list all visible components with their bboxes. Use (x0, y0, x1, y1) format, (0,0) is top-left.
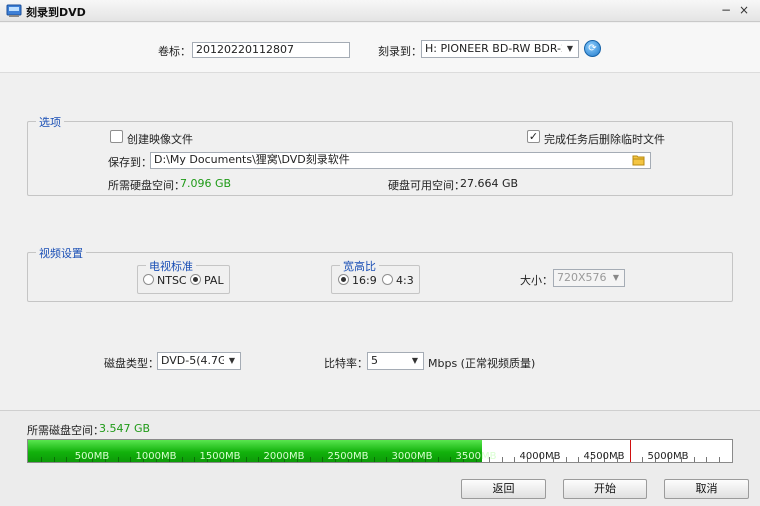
capacity-tick-label: 4500MB (583, 451, 625, 462)
capacity-minor-tick (41, 457, 42, 462)
bitrate-unit: Mbps (正常视频质量) (428, 357, 536, 370)
capacity-tick-label: 5000MB (647, 451, 689, 462)
required-space-label: 所需硬盘空间： (108, 179, 185, 192)
refresh-drives-button[interactable]: ⟳ (584, 40, 601, 57)
folder-browse-icon[interactable] (632, 154, 646, 169)
delete-temp-label: 完成任务后删除临时文件 (544, 133, 665, 146)
capacity-minor-tick (258, 457, 259, 462)
capacity-minor-tick (322, 457, 323, 462)
cancel-button[interactable]: 取消 (664, 479, 749, 499)
capacity-minor-tick (194, 457, 195, 462)
save-to-value: D:\My Documents\狸窝\DVD刻录软件 (154, 153, 350, 166)
burn-to-label: 刻录到： (378, 45, 422, 58)
create-image-label: 创建映像文件 (127, 133, 193, 146)
disc-space-value: 3.547 GB (99, 422, 151, 435)
chevron-down-icon: ▼ (224, 353, 240, 369)
save-to-label: 保存到： (108, 156, 152, 169)
capacity-minor-tick (578, 457, 579, 462)
capacity-minor-tick (118, 457, 119, 462)
aspect-4-3-radio[interactable] (382, 274, 393, 285)
capacity-tick-label: 1000MB (135, 451, 177, 462)
bitrate-label: 比特率： (324, 357, 368, 370)
disc-limit-marker (630, 440, 631, 462)
capacity-minor-tick (642, 457, 643, 462)
capacity-minor-tick (310, 457, 311, 462)
capacity-minor-tick (386, 457, 387, 462)
pal-label: PAL (204, 274, 224, 287)
capacity-tick-label: 4000MB (519, 451, 561, 462)
capacity-minor-tick (514, 457, 515, 462)
capacity-bar: 500MB 1000MB 1500MB 2000MB 2500MB 3000MB 3500M… (27, 439, 733, 463)
capacity-tick-label: 2500MB (327, 451, 369, 462)
delete-temp-checkbox[interactable]: ✓ (527, 130, 540, 143)
close-button[interactable]: × (736, 3, 752, 19)
aspect-16-9-label: 16:9 (352, 274, 377, 287)
capacity-minor-tick (130, 457, 131, 462)
ntsc-label: NTSC (157, 274, 187, 287)
aspect-16-9-radio[interactable] (338, 274, 349, 285)
minimize-button[interactable]: − (718, 3, 734, 19)
volume-label: 卷标： (158, 45, 191, 58)
size-select[interactable]: 720X576 ▼ (553, 269, 625, 287)
pal-radio[interactable] (190, 274, 201, 285)
start-button[interactable]: 开始 (563, 479, 647, 499)
available-space-label: 硬盘可用空间： (388, 179, 465, 192)
save-to-input[interactable]: D:\My Documents\狸窝\DVD刻录软件 (150, 152, 651, 169)
refresh-icon: ⟳ (588, 43, 597, 54)
create-image-checkbox[interactable] (110, 130, 123, 143)
burn-to-value: H: PIONEER BD-RW BDR-2... (425, 42, 579, 55)
capacity-minor-tick (246, 457, 247, 462)
capacity-minor-tick (182, 457, 183, 462)
tv-standard-title: 电视标准 (146, 258, 196, 274)
required-space-value: 7.096 GB (180, 177, 232, 190)
window-title: 刻录到DVD (26, 6, 86, 19)
aspect-4-3-label: 4:3 (396, 274, 414, 287)
chevron-down-icon: ▼ (608, 270, 624, 286)
capacity-minor-tick (566, 457, 567, 462)
bitrate-value: 5 (371, 354, 378, 367)
size-value: 720X576 (557, 271, 607, 284)
options-group-title: 选项 (36, 114, 64, 130)
chevron-down-icon: ▼ (562, 41, 578, 57)
capacity-tick-label: 3000MB (391, 451, 433, 462)
capacity-minor-tick (502, 457, 503, 462)
ntsc-radio[interactable] (143, 274, 154, 285)
capacity-minor-tick (54, 457, 55, 462)
capacity-minor-tick (374, 457, 375, 462)
aspect-ratio-title: 宽高比 (340, 258, 379, 274)
back-button[interactable]: 返回 (461, 479, 546, 499)
disc-space-label: 所需磁盘空间： (27, 424, 104, 437)
capacity-tick-label: 1500MB (199, 451, 241, 462)
available-space-value: 27.664 GB (460, 177, 519, 190)
capacity-tick-label: 3500MB (455, 451, 497, 462)
chevron-down-icon: ▼ (407, 353, 423, 369)
dvd-app-icon (6, 4, 22, 18)
capacity-tick-label: 500MB (74, 451, 110, 462)
capacity-minor-tick (66, 457, 67, 462)
capacity-minor-tick (694, 457, 695, 462)
bitrate-select[interactable]: 5 ▼ (367, 352, 424, 370)
capacity-minor-tick (706, 457, 707, 462)
capacity-minor-tick (438, 457, 439, 462)
video-settings-group-title: 视频设置 (36, 245, 86, 261)
disc-type-label: 磁盘类型： (104, 357, 159, 370)
capacity-tick-label: 2000MB (263, 451, 305, 462)
burn-to-select[interactable]: H: PIONEER BD-RW BDR-2... ▼ (421, 40, 579, 58)
disc-type-select[interactable]: DVD-5(4.7GB) ▼ (157, 352, 241, 370)
volume-input[interactable]: 20120220112807 (192, 42, 350, 58)
size-label: 大小： (520, 274, 553, 287)
capacity-minor-tick (719, 457, 720, 462)
title-bar: 刻录到DVD − × (0, 0, 760, 22)
capacity-minor-tick (450, 457, 451, 462)
